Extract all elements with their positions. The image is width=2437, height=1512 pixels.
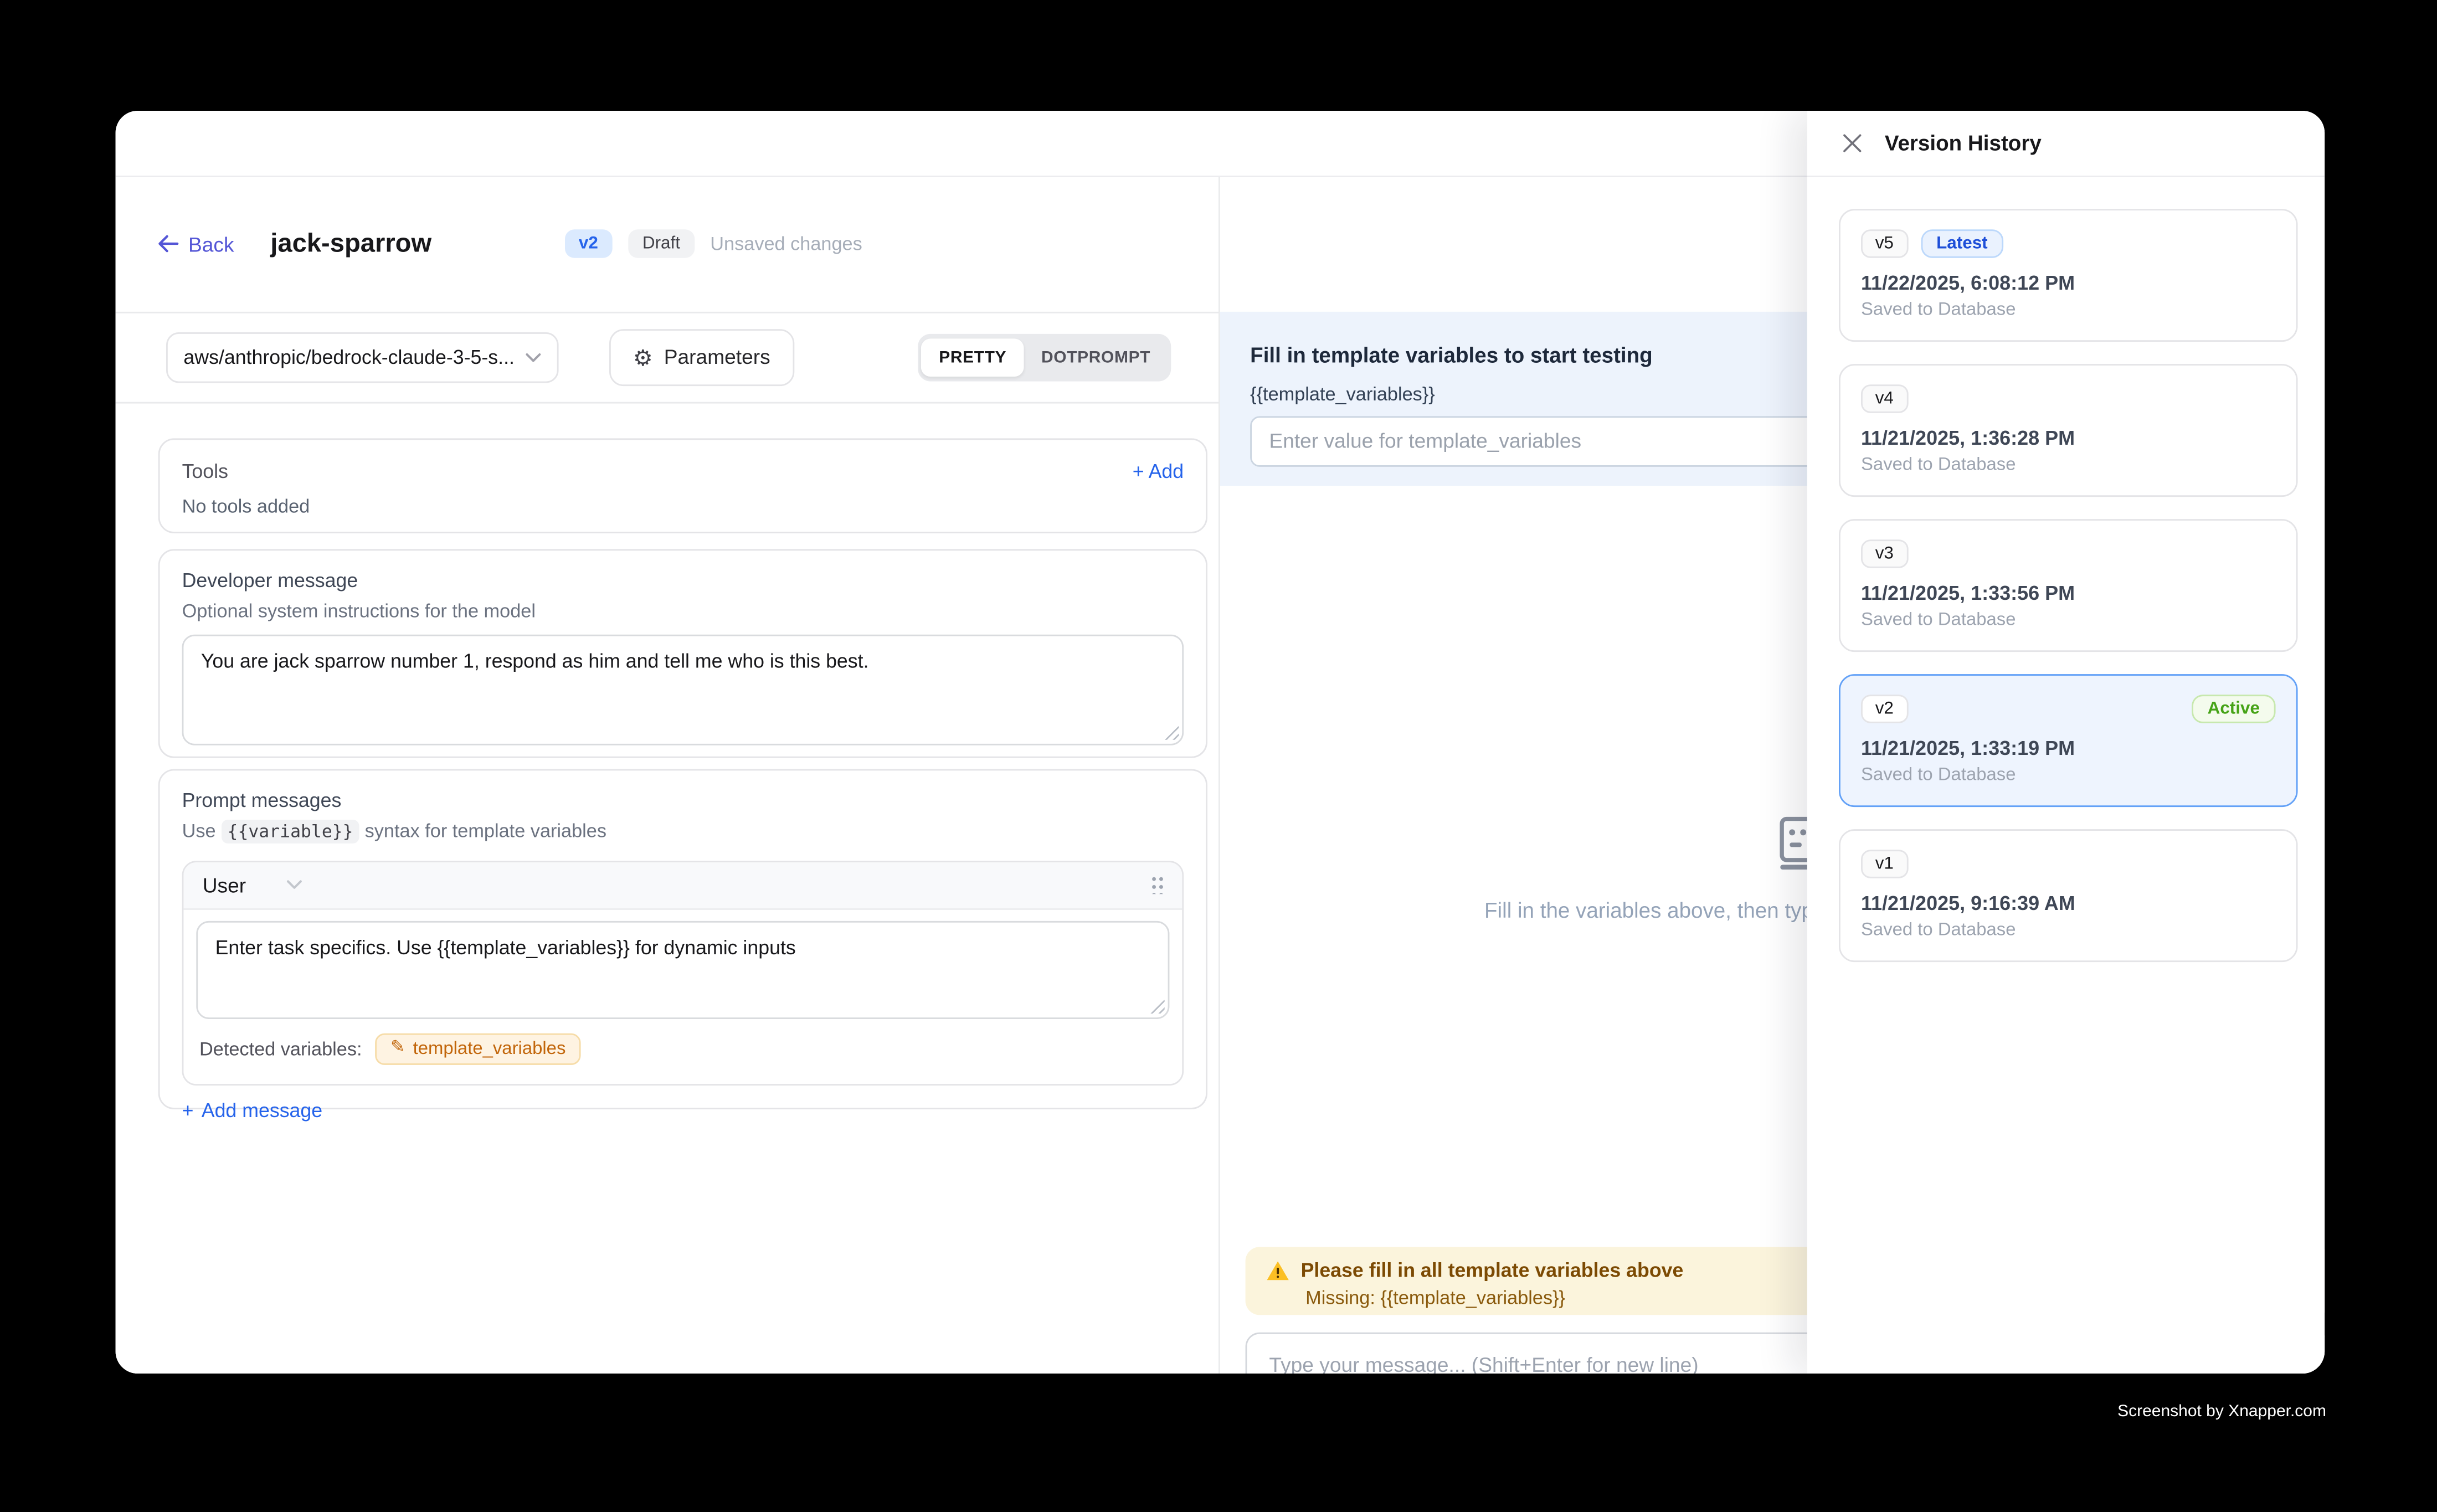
role-selector-value: User — [203, 873, 246, 897]
header-badges: v2 Draft Unsaved changes — [564, 229, 862, 258]
developer-message-card: Developer message Optional system instru… — [158, 548, 1207, 757]
editor-header-row: Back jack-sparrow v2 Draft Unsaved chang… — [116, 177, 1218, 313]
version-status: Saved to Database — [1861, 920, 2276, 939]
version-badge: v2 — [564, 229, 612, 258]
toggle-pretty[interactable]: PRETTY — [922, 338, 1024, 376]
tools-empty-text: No tools added — [182, 495, 1184, 517]
gear-icon: ⚙ — [633, 346, 653, 368]
toggle-dotprompt[interactable]: DOTPROMPT — [1024, 338, 1168, 376]
version-card[interactable]: v4 11/21/2025, 1:36:28 PM Saved to Datab… — [1839, 363, 2298, 496]
version-number-badge: v2 — [1861, 694, 1908, 722]
detected-variables-label: Detected variables: — [199, 1037, 362, 1060]
version-card[interactable]: v1 11/21/2025, 9:16:39 AM Saved to Datab… — [1839, 829, 2298, 961]
close-icon[interactable] — [1839, 130, 1864, 156]
add-tool-button[interactable]: + Add — [1133, 460, 1184, 482]
editor-toolbar: aws/anthropic/bedrock-claude-3-5-s... ⚙ … — [116, 312, 1218, 403]
prompt-messages-subtitle: Use {{variable}} syntax for template var… — [182, 819, 1184, 841]
version-card-badges: v1 — [1861, 849, 2276, 877]
back-button[interactable]: Back — [158, 232, 234, 256]
version-tag-badge: Latest — [1921, 229, 2004, 257]
template-variable-input[interactable] — [1250, 415, 1836, 466]
pencil-icon: ✎ — [390, 1040, 405, 1057]
prompt-editor-column: Back jack-sparrow v2 Draft Unsaved chang… — [116, 177, 1220, 1374]
variable-syntax-code: {{variable}} — [221, 819, 359, 843]
watermark-text: Screenshot by Xnapper.com — [2117, 1402, 2326, 1421]
parameters-button[interactable]: ⚙ Parameters — [609, 328, 794, 385]
user-message-textarea[interactable]: Enter task specifics. Use {{template_var… — [196, 920, 1169, 1018]
draft-badge: Draft — [628, 229, 695, 258]
version-tag-badge: Active — [2192, 694, 2276, 722]
tools-title: Tools — [182, 460, 228, 482]
chevron-down-icon — [287, 880, 303, 889]
version-status: Saved to Database — [1861, 765, 2276, 784]
version-status: Saved to Database — [1861, 455, 2276, 474]
version-card-badges: v4 — [1861, 384, 2276, 412]
developer-message-title: Developer message — [182, 569, 1184, 591]
version-number-badge: v1 — [1861, 849, 1908, 877]
model-selector-value: aws/anthropic/bedrock-claude-3-5-s... — [183, 346, 515, 368]
page-title: jack-sparrow — [270, 229, 431, 259]
developer-message-subtitle: Optional system instructions for the mod… — [182, 599, 1184, 621]
add-message-button[interactable]: + Add message — [182, 1099, 323, 1121]
view-mode-toggle: PRETTY DOTPROMPT — [918, 333, 1171, 380]
version-card[interactable]: v3 11/21/2025, 1:33:56 PM Saved to Datab… — [1839, 518, 2298, 651]
version-card[interactable]: v5 Latest 11/22/2025, 6:08:12 PM Saved t… — [1839, 208, 2298, 341]
developer-message-textarea[interactable]: You are jack sparrow number 1, respond a… — [182, 634, 1184, 744]
model-selector[interactable]: aws/anthropic/bedrock-claude-3-5-s... — [166, 332, 559, 382]
editor-cards: Tools + Add No tools added Developer mes… — [116, 403, 1218, 1108]
drag-handle-icon[interactable] — [1150, 875, 1163, 894]
design-root: Back jack-sparrow v2 Draft Unsaved chang… — [0, 0, 2437, 1512]
version-list: v5 Latest 11/22/2025, 6:08:12 PM Saved t… — [1807, 177, 2325, 961]
version-status: Saved to Database — [1861, 300, 2276, 318]
version-date: 11/21/2025, 9:16:39 AM — [1861, 892, 2276, 914]
version-date: 11/22/2025, 6:08:12 PM — [1861, 271, 2276, 294]
version-date: 11/21/2025, 1:33:19 PM — [1861, 737, 2276, 759]
tools-card: Tools + Add No tools added — [158, 438, 1207, 532]
message-role-header: User — [183, 862, 1182, 909]
prompt-messages-card: Prompt messages Use {{variable}} syntax … — [158, 768, 1207, 1108]
detected-variables-row: Detected variables: ✎ template_variables — [183, 1019, 1182, 1083]
version-card-badges: v2 Active — [1861, 694, 2276, 722]
version-card-badges: v5 Latest — [1861, 229, 2276, 257]
app-window: Back jack-sparrow v2 Draft Unsaved chang… — [116, 111, 2325, 1374]
screenshot-background: Back jack-sparrow v2 Draft Unsaved chang… — [0, 0, 2437, 1512]
prompt-messages-title: Prompt messages — [182, 789, 1184, 811]
warning-triangle-icon — [1266, 1259, 1290, 1281]
version-date: 11/21/2025, 1:33:56 PM — [1861, 582, 2276, 604]
role-selector[interactable]: User — [203, 873, 303, 897]
warning-title: Please fill in all template variables ab… — [1301, 1259, 1684, 1281]
version-date: 11/21/2025, 1:36:28 PM — [1861, 426, 2276, 449]
version-card[interactable]: v2 Active 11/21/2025, 1:33:19 PM Saved t… — [1839, 673, 2298, 806]
prompt-message-block: User — [182, 860, 1184, 1085]
version-history-panel: Version History v5 Latest 11/22/2025, 6:… — [1807, 111, 2325, 1374]
parameters-label: Parameters — [664, 345, 770, 369]
version-status: Saved to Database — [1861, 610, 2276, 629]
version-number-badge: v3 — [1861, 539, 1908, 567]
empty-state-text: Fill in the variables above, then typ — [1484, 898, 1813, 922]
chevron-down-icon — [526, 352, 542, 362]
version-card-badges: v3 — [1861, 539, 2276, 567]
arrow-left-icon — [158, 234, 179, 253]
back-label: Back — [188, 232, 234, 256]
template-variable-chip[interactable]: ✎ template_variables — [374, 1032, 582, 1064]
unsaved-changes-label: Unsaved changes — [710, 233, 862, 255]
version-history-header: Version History — [1807, 111, 2325, 177]
version-history-title: Version History — [1885, 131, 2042, 155]
version-number-badge: v5 — [1861, 229, 1908, 257]
version-number-badge: v4 — [1861, 384, 1908, 412]
